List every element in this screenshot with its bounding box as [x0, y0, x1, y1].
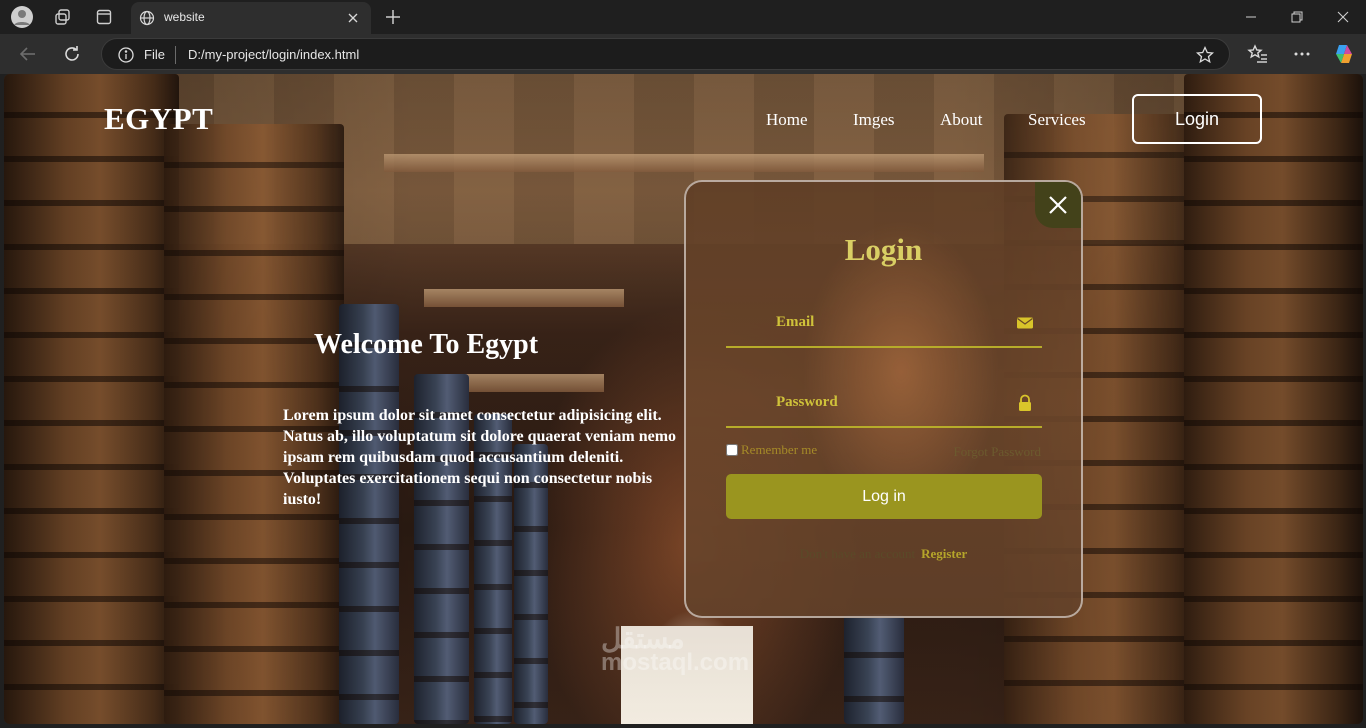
password-label: Password — [776, 394, 838, 410]
register-link[interactable]: Register — [921, 546, 967, 561]
more-options-icon[interactable] — [1290, 42, 1314, 66]
hero-text: Lorem ipsum dolor sit amet consectetur a… — [283, 407, 677, 508]
address-bar[interactable]: File D:/my-project/login/index.html — [101, 38, 1230, 70]
hero-title: Welcome To Egypt — [314, 329, 539, 360]
close-window-icon[interactable] — [1332, 6, 1354, 28]
refresh-icon[interactable] — [60, 42, 84, 66]
back-arrow-icon[interactable] — [16, 42, 40, 66]
copilot-icon[interactable] — [1332, 42, 1356, 66]
nav-services[interactable]: Services — [1028, 110, 1086, 130]
browser-toolbar: File D:/my-project/login/index.html — [0, 34, 1366, 74]
email-label: Email — [776, 314, 815, 330]
email-field: Email — [726, 304, 1042, 348]
close-icon — [1049, 196, 1067, 214]
favorite-star-icon[interactable] — [1195, 45, 1215, 65]
password-field: Password — [726, 384, 1042, 428]
tab-website[interactable]: website — [131, 2, 371, 34]
site-info-icon[interactable] — [117, 46, 135, 64]
site-logo[interactable]: EGYPT — [104, 101, 213, 137]
no-account-text: Don't have an account — [799, 546, 916, 561]
watermark-latin: mostaql.com — [601, 649, 750, 676]
nav-about[interactable]: About — [940, 110, 983, 130]
page-viewport: EGYPT Home Imges About Services Login We… — [4, 74, 1363, 724]
address-scheme: File — [144, 47, 165, 62]
address-url[interactable]: D:/my-project/login/index.html — [188, 47, 359, 62]
register-prompt: Don't have an account Register — [686, 546, 1081, 562]
tab-title: website — [164, 10, 205, 24]
profile-avatar-icon[interactable] — [10, 5, 34, 29]
nav-imges[interactable]: Imges — [853, 110, 895, 130]
nav-login-button[interactable]: Login — [1132, 94, 1262, 144]
watermark: مستقل mostaql.com — [601, 622, 749, 677]
restore-icon[interactable] — [1286, 6, 1308, 28]
envelope-icon — [1016, 314, 1034, 332]
login-popup: Login Email Password Remember me Forgot … — [684, 180, 1083, 618]
remember-me-checkbox[interactable] — [726, 444, 738, 456]
email-input[interactable] — [726, 304, 1006, 346]
close-popup-button[interactable] — [1035, 182, 1081, 228]
login-submit-button[interactable]: Log in — [726, 474, 1042, 519]
tab-actions-icon[interactable] — [92, 5, 116, 29]
lock-icon — [1016, 394, 1034, 412]
globe-icon — [139, 10, 155, 31]
password-input[interactable] — [726, 384, 1006, 426]
browser-tab-bar: website — [0, 0, 1366, 34]
workspaces-icon[interactable] — [51, 5, 75, 29]
favorites-list-icon[interactable] — [1246, 42, 1270, 66]
address-divider — [175, 46, 176, 64]
minimize-icon[interactable] — [1240, 6, 1262, 28]
login-title: Login — [844, 232, 923, 267]
nav-home[interactable]: Home — [766, 110, 808, 130]
close-tab-icon[interactable] — [343, 8, 363, 28]
new-tab-plus-icon[interactable] — [382, 6, 404, 28]
remember-me[interactable]: Remember me — [726, 442, 817, 458]
remember-me-label: Remember me — [741, 442, 818, 457]
forgot-password-link[interactable]: Forgot Password — [953, 444, 1041, 460]
